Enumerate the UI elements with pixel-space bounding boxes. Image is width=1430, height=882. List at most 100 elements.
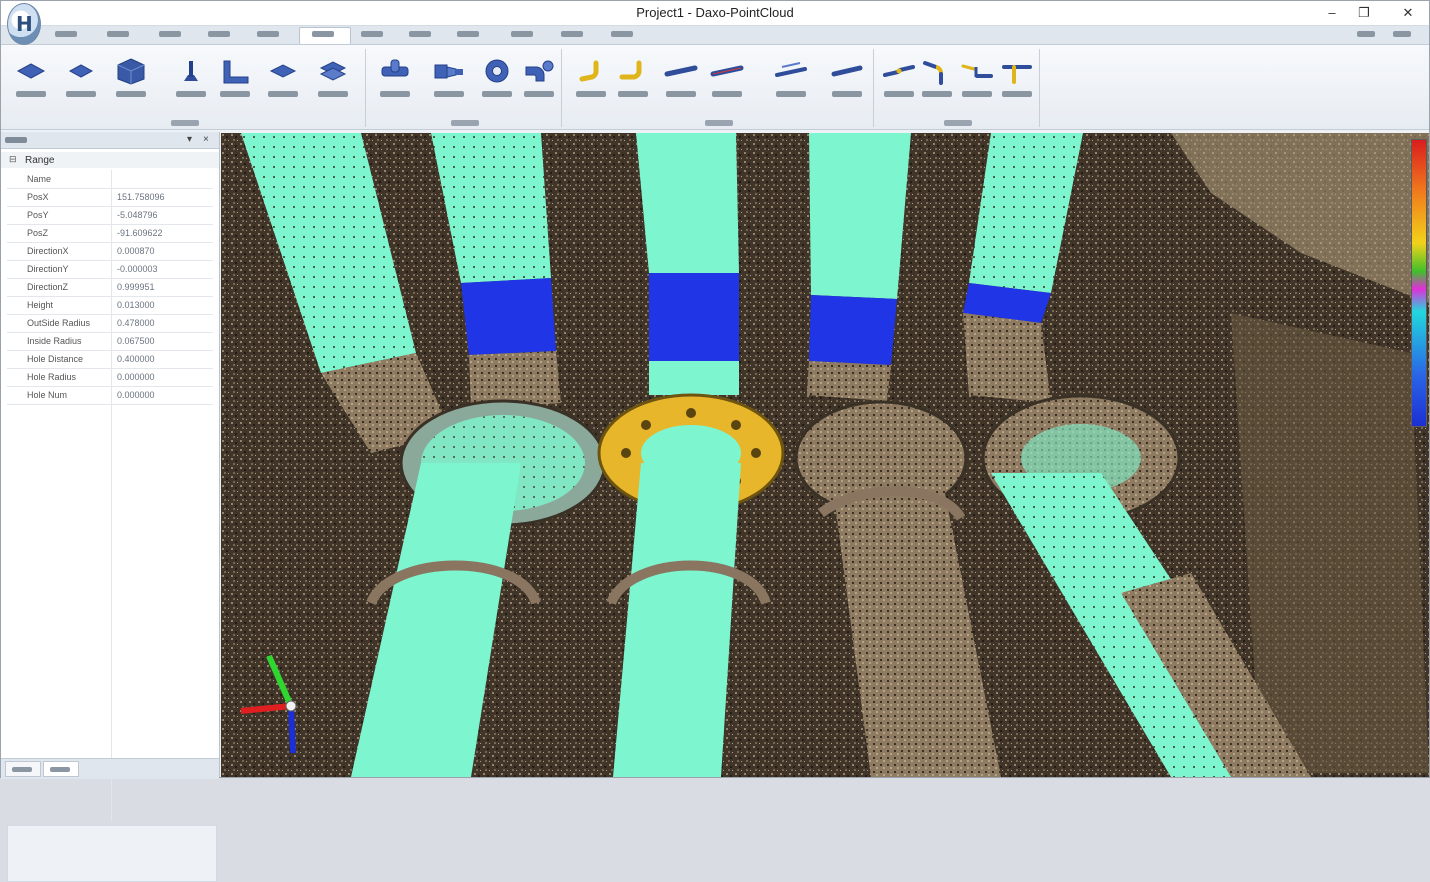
property-row[interactable]: PosX 151.758096 xyxy=(7,188,213,207)
ribbon-group-2-label xyxy=(451,120,479,126)
property-row[interactable]: PosZ -91.609622 xyxy=(7,224,213,243)
connect-pipe-icon xyxy=(883,65,915,77)
property-name: Hole Distance xyxy=(27,354,84,364)
property-row[interactable]: Inside Radius 0.067500 xyxy=(7,332,213,351)
property-value[interactable]: 0.000000 xyxy=(117,390,213,400)
tab-5[interactable] xyxy=(253,28,285,38)
property-name: Hole Num xyxy=(27,390,68,400)
property-row[interactable]: DirectionZ 0.999951 xyxy=(7,278,213,297)
tab-8[interactable] xyxy=(405,28,437,38)
tab-11[interactable] xyxy=(557,28,589,38)
ribbon-button-4-2[interactable] xyxy=(917,55,957,105)
tab-2[interactable] xyxy=(103,28,135,38)
property-value[interactable]: 0.000870 xyxy=(117,246,213,256)
menu-right-1[interactable] xyxy=(1353,28,1381,38)
pin-icon[interactable]: ▾ xyxy=(187,134,192,145)
tab-9[interactable] xyxy=(453,28,485,38)
property-value[interactable]: 0.999951 xyxy=(117,282,213,292)
property-value[interactable]: 0.067500 xyxy=(117,336,213,346)
properties-panel: ▾ × ⊟ Range Name PosX 151.758096 PosY -5.048… xyxy=(1,132,220,882)
tab-1[interactable] xyxy=(51,28,83,38)
point-cloud-scene[interactable] xyxy=(221,133,1429,777)
panel-tab-2[interactable] xyxy=(43,761,79,777)
tab-10[interactable] xyxy=(507,28,539,38)
properties-panel-header: ▾ × xyxy=(1,132,219,149)
tab-active[interactable] xyxy=(299,27,351,44)
property-row[interactable]: OutSide Radius 0.478000 xyxy=(7,314,213,333)
panel-tab-1[interactable] xyxy=(5,761,41,777)
ribbon-button-3-1[interactable] xyxy=(571,55,611,105)
ribbon-button-3-3[interactable] xyxy=(661,55,701,105)
cube-icon xyxy=(117,58,145,85)
ribbon-button-1-7[interactable] xyxy=(313,55,353,105)
ribbon-group-1 xyxy=(5,49,366,127)
reducer-icon xyxy=(434,64,463,79)
minimize-button[interactable]: – xyxy=(1321,4,1343,22)
property-row[interactable]: DirectionY -0.000003 xyxy=(7,260,213,279)
3d-viewport[interactable] xyxy=(221,133,1429,777)
elbow-fitting-icon xyxy=(525,60,554,82)
property-name: DirectionX xyxy=(27,246,69,256)
tee-fitting-icon xyxy=(381,59,409,77)
ribbon-button-1-2[interactable] xyxy=(61,55,101,105)
title-bar: Project1 - Daxo-PointCloud – ❐ ✕ xyxy=(1,1,1429,26)
property-value[interactable]: -91.609622 xyxy=(117,228,213,238)
property-description xyxy=(7,825,217,882)
ribbon-button-2-1[interactable] xyxy=(375,55,415,105)
straight-pipe-center-icon xyxy=(710,65,744,77)
ribbon-button-4-4[interactable] xyxy=(997,55,1037,105)
close-panel-icon[interactable]: × xyxy=(203,134,209,145)
ribbon-button-3-6[interactable] xyxy=(827,55,867,105)
ribbon-button-1-4[interactable] xyxy=(171,55,211,105)
ribbon-button-3-5[interactable] xyxy=(771,55,811,105)
property-row[interactable]: Hole Distance 0.400000 xyxy=(7,350,213,369)
property-category[interactable]: ⊟ Range xyxy=(1,152,219,168)
tab-12[interactable] xyxy=(607,28,639,38)
tab-7[interactable] xyxy=(357,28,389,38)
property-row[interactable]: DirectionX 0.000870 xyxy=(7,242,213,261)
close-button[interactable]: ✕ xyxy=(1397,4,1419,22)
straight-pipe-icon xyxy=(831,65,863,77)
connect-reducer-icon xyxy=(961,64,993,78)
property-name: PosZ xyxy=(27,228,49,238)
ribbon-button-2-4[interactable] xyxy=(519,55,559,105)
yellow-elbow-icon xyxy=(579,60,599,82)
property-name: Height xyxy=(27,300,54,310)
app-logo-icon[interactable]: H xyxy=(7,3,41,45)
auto-pipe-icon xyxy=(775,62,807,77)
ribbon-group-3-label xyxy=(705,120,733,126)
ribbon-button-1-3[interactable] xyxy=(111,55,151,105)
property-name: PosX xyxy=(27,192,49,202)
maximize-button[interactable]: ❐ xyxy=(1353,4,1375,22)
tab-3[interactable] xyxy=(155,28,187,38)
ribbon-button-2-2[interactable] xyxy=(429,55,469,105)
property-value[interactable]: 0.400000 xyxy=(117,354,213,364)
property-row[interactable]: Height 0.013000 xyxy=(7,296,213,315)
ribbon-button-1-6[interactable] xyxy=(263,55,303,105)
corner-plane-icon xyxy=(223,60,249,84)
property-name: OutSide Radius xyxy=(27,318,91,328)
property-row[interactable]: Name xyxy=(7,170,213,189)
property-row[interactable]: Hole Radius 0.000000 xyxy=(7,368,213,387)
collapse-icon[interactable]: ⊟ xyxy=(9,154,17,165)
ribbon-button-4-1[interactable] xyxy=(879,55,919,105)
plane-icon xyxy=(68,64,94,78)
ribbon-button-1-5[interactable] xyxy=(215,55,255,105)
ribbon-button-2-3[interactable] xyxy=(477,55,517,105)
color-scale-bar xyxy=(1411,139,1427,427)
ribbon-button-3-4[interactable] xyxy=(707,55,747,105)
menu-right-2[interactable] xyxy=(1389,28,1417,38)
property-value[interactable]: -0.000003 xyxy=(117,264,213,274)
property-row[interactable]: PosY -5.048796 xyxy=(7,206,213,225)
property-value[interactable]: -5.048796 xyxy=(117,210,213,220)
tab-4[interactable] xyxy=(204,28,236,38)
property-value[interactable]: 0.478000 xyxy=(117,318,213,328)
property-value[interactable]: 0.000000 xyxy=(117,372,213,382)
ribbon-button-3-2[interactable] xyxy=(613,55,653,105)
property-value[interactable]: 151.758096 xyxy=(117,192,213,202)
ribbon-button-1-1[interactable] xyxy=(11,55,51,105)
ribbon-button-4-3[interactable] xyxy=(957,55,997,105)
property-row[interactable]: Hole Num 0.000000 xyxy=(7,386,213,405)
property-value[interactable]: 0.013000 xyxy=(117,300,213,310)
panel-title xyxy=(5,137,27,143)
